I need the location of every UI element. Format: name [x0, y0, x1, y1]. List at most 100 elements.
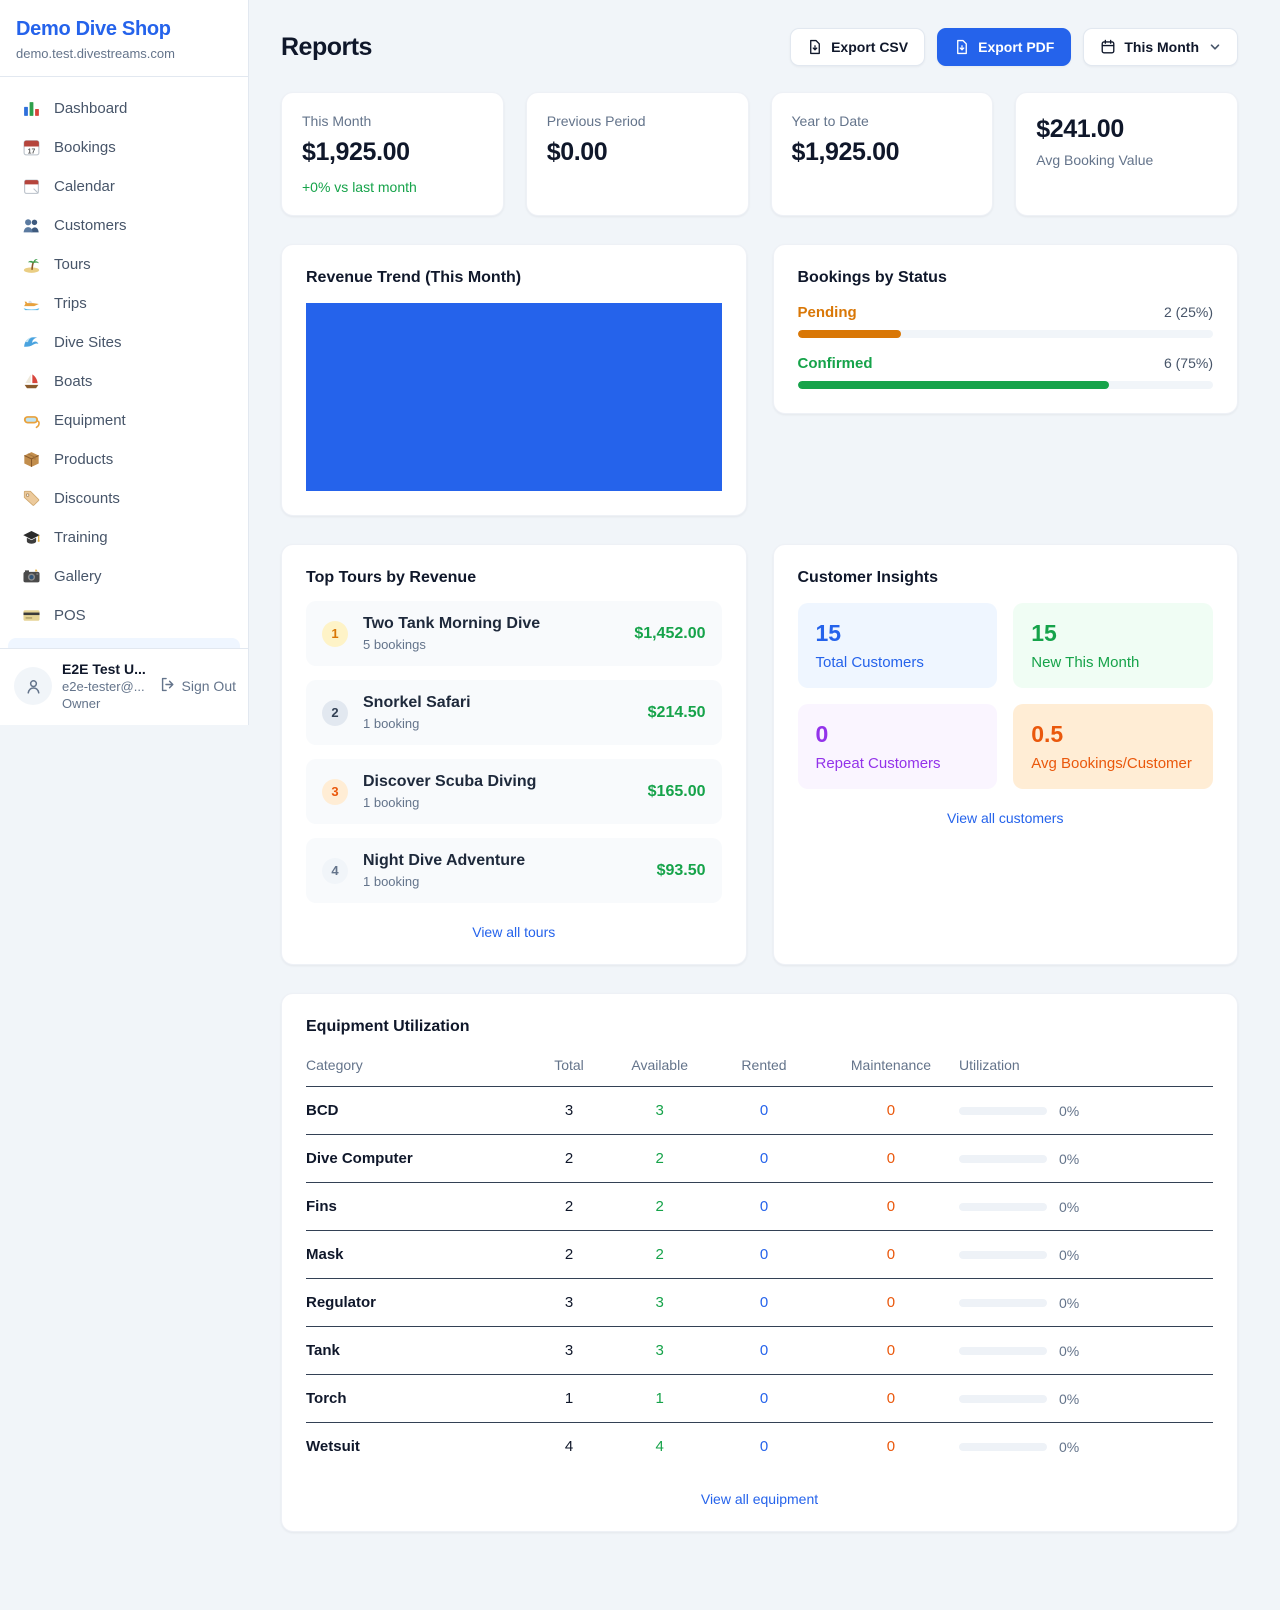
stat-value: $1,925.00: [302, 138, 483, 167]
dive-mask-icon: [22, 411, 41, 430]
sidebar-item-training[interactable]: Training: [8, 518, 240, 557]
bookings-by-status-card: Bookings by Status Pending2 (25%)Confirm…: [773, 244, 1239, 414]
svg-text:17: 17: [28, 148, 36, 155]
insight-label: Avg Bookings/Customer: [1031, 755, 1195, 772]
user-role: Owner: [62, 696, 149, 711]
header-actions: Export CSV Export PDF This Month: [790, 28, 1238, 66]
equipment-maintenance: 0: [823, 1183, 959, 1231]
sidebar-item-boats[interactable]: Boats: [8, 362, 240, 401]
equipment-rented: 0: [705, 1087, 823, 1135]
revenue-trend-title: Revenue Trend (This Month): [306, 269, 722, 287]
equipment-table: CategoryTotalAvailableRentedMaintenanceU…: [306, 1049, 1213, 1470]
equipment-category: Fins: [306, 1183, 524, 1231]
sidebar-item-products[interactable]: Products: [8, 440, 240, 479]
page-title: Reports: [281, 33, 372, 62]
sidebar-item-label: Calendar: [54, 178, 115, 195]
column-header-maintenance: Maintenance: [823, 1049, 959, 1087]
equipment-total: 4: [524, 1423, 615, 1471]
equipment-maintenance: 0: [823, 1423, 959, 1471]
utilization-percent: 0%: [1059, 1439, 1079, 1455]
sidebar-item-dive-sites[interactable]: Dive Sites: [8, 323, 240, 362]
tour-name: Discover Scuba Diving: [363, 773, 536, 791]
calendar-date-icon: 17: [22, 138, 41, 157]
equipment-utilization: 0%: [959, 1247, 1213, 1263]
sidebar-item-label: Tours: [54, 256, 91, 273]
insight-value: 15: [1031, 620, 1195, 647]
stat-card-previous-period: Previous Period$0.00: [526, 92, 749, 216]
sidebar-item-dashboard[interactable]: Dashboard: [8, 89, 240, 128]
sidebar-item-discounts[interactable]: Discounts: [8, 479, 240, 518]
equipment-row-dive-computer: Dive Computer22000%: [306, 1135, 1213, 1183]
island-icon: [22, 255, 41, 274]
equipment-maintenance: 0: [823, 1231, 959, 1279]
sidebar-item-label: Boats: [54, 373, 92, 390]
status-row-confirmed: Confirmed6 (75%): [798, 355, 1214, 389]
tour-bookings: 1 booking: [363, 795, 536, 810]
sidebar-item-pos[interactable]: POS: [8, 596, 240, 635]
calendar-icon: [1100, 39, 1116, 55]
utilization-bar-track: [959, 1203, 1047, 1211]
equipment-total: 3: [524, 1327, 615, 1375]
insight-value: 0.5: [1031, 721, 1195, 748]
equipment-row-bcd: BCD33000%: [306, 1087, 1213, 1135]
column-header-rented: Rented: [705, 1049, 823, 1087]
sidebar-item-label: Dive Sites: [54, 334, 122, 351]
person-icon: [24, 677, 43, 696]
stat-label: Avg Booking Value: [1036, 152, 1217, 168]
main-content: Reports Export CSV Export PDF: [249, 0, 1280, 1566]
equipment-rented: 0: [705, 1279, 823, 1327]
sidebar-item-customers[interactable]: Customers: [8, 206, 240, 245]
utilization-bar-track: [959, 1443, 1047, 1451]
avatar: [14, 667, 52, 705]
equipment-total: 3: [524, 1279, 615, 1327]
revenue-trend-chart: [306, 303, 722, 491]
user-email: e2e-tester@...: [62, 679, 149, 694]
tour-info: Snorkel Safari1 booking: [363, 694, 471, 731]
bar-chart-icon: [22, 99, 41, 118]
view-all-tours-link[interactable]: View all tours: [306, 924, 722, 940]
view-all-equipment-link[interactable]: View all equipment: [306, 1491, 1213, 1507]
sidebar-item-tours[interactable]: Tours: [8, 245, 240, 284]
utilization-percent: 0%: [1059, 1343, 1079, 1359]
equipment-maintenance: 0: [823, 1279, 959, 1327]
tour-name: Snorkel Safari: [363, 694, 471, 712]
sidebar-item-bookings[interactable]: 17Bookings: [8, 128, 240, 167]
tour-row-4: 4Night Dive Adventure1 booking$93.50: [306, 838, 722, 903]
sidebar: Demo Dive Shop demo.test.divestreams.com…: [0, 0, 249, 725]
utilization-percent: 0%: [1059, 1295, 1079, 1311]
utilization-bar-track: [959, 1107, 1047, 1115]
tour-row-3: 3Discover Scuba Diving1 booking$165.00: [306, 759, 722, 824]
wave-icon: [22, 333, 41, 352]
tour-info: Night Dive Adventure 1 booking: [363, 852, 525, 889]
tour-name: Night Dive Adventure: [363, 852, 525, 870]
sidebar-item-reports-active[interactable]: [8, 638, 240, 648]
status-label: Pending: [798, 304, 857, 321]
tear-off-calendar-icon: [22, 177, 41, 196]
export-csv-button[interactable]: Export CSV: [790, 28, 925, 66]
column-header-total: Total: [524, 1049, 615, 1087]
equipment-utilization: 0%: [959, 1199, 1213, 1215]
export-pdf-label: Export PDF: [978, 39, 1054, 55]
stat-label: Previous Period: [547, 113, 728, 129]
top-tours-card: Top Tours by Revenue 1Two Tank Morning D…: [281, 544, 747, 965]
tour-revenue: $214.50: [648, 704, 706, 722]
stat-subtext: +0% vs last month: [302, 179, 483, 195]
export-pdf-button[interactable]: Export PDF: [937, 28, 1071, 66]
view-all-customers-link[interactable]: View all customers: [798, 810, 1214, 826]
sidebar-item-equipment[interactable]: Equipment: [8, 401, 240, 440]
tour-info: Two Tank Morning Dive5 bookings: [363, 615, 540, 652]
sidebar-item-gallery[interactable]: Gallery: [8, 557, 240, 596]
sign-out-button[interactable]: Sign Out: [159, 676, 236, 696]
stat-label: Year to Date: [792, 113, 973, 129]
column-header-category: Category: [306, 1049, 524, 1087]
sidebar-item-calendar[interactable]: Calendar: [8, 167, 240, 206]
equipment-total: 1: [524, 1375, 615, 1423]
sidebar-item-trips[interactable]: Trips: [8, 284, 240, 323]
shop-name: Demo Dive Shop: [16, 18, 232, 41]
tour-bookings: 1 booking: [363, 874, 525, 889]
period-selector[interactable]: This Month: [1083, 28, 1238, 66]
equipment-rented: 0: [705, 1327, 823, 1375]
equipment-category: Dive Computer: [306, 1135, 524, 1183]
equipment-rented: 0: [705, 1135, 823, 1183]
user-profile: E2E Test U... e2e-tester@... Owner Sign …: [0, 648, 248, 725]
